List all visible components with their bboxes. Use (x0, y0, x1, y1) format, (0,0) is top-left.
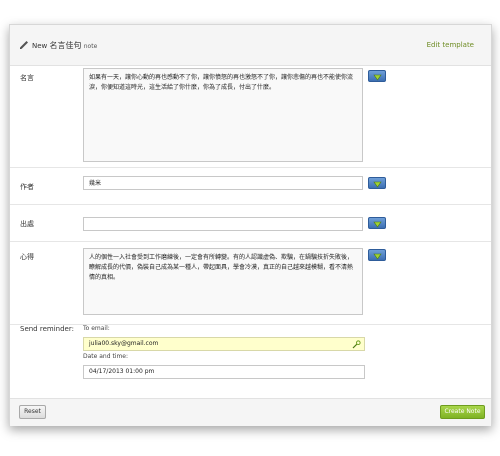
title-suffix: note (83, 43, 98, 50)
to-email-label: To email: (83, 325, 110, 332)
field-label: 心得 (20, 253, 34, 261)
green-arrow-icon (373, 221, 382, 228)
author-input[interactable]: 幾米 (83, 176, 363, 190)
panel-footer: Reset Create Note (10, 398, 491, 426)
field-row-thoughts: 心得 人的個性一入社會受到工作磨練後，一定會有所轉變。有的人認識虛偽、欺騙，在鍋… (10, 241, 491, 325)
quote-textarea[interactable]: 如果有一天，讓你心動的再也感動不了你，讓你憤怒的再也激怒不了你，讓你悲傷的再也不… (83, 68, 363, 162)
email-input[interactable]: julia00.sky@gmail.com (83, 337, 365, 351)
field-row-source: 出處 (10, 204, 491, 242)
add-button[interactable] (368, 177, 386, 189)
edit-template-link[interactable]: Edit template (427, 41, 474, 49)
field-label: 名言 (20, 74, 34, 82)
field-label: 作者 (20, 183, 34, 191)
add-button[interactable] (368, 249, 386, 261)
datetime-input[interactable]: 04/17/2013 01:00 pm (83, 365, 365, 379)
green-arrow-icon (373, 253, 382, 260)
note-panel: New 名言佳句 note Edit template 名言 如果有一天，讓你心… (9, 24, 492, 426)
source-input[interactable] (83, 217, 363, 231)
date-time-label: Date and time: (83, 353, 129, 360)
thoughts-textarea[interactable]: 人的個性一入社會受到工作磨練後，一定會有所轉變。有的人認識虛偽、欺騙，在鍋騙技折… (83, 248, 363, 315)
field-row-quote: 名言 如果有一天，讓你心動的再也感動不了你，讓你憤怒的再也激怒不了你，讓你悲傷的… (10, 66, 491, 168)
green-arrow-icon (373, 181, 382, 188)
title-name: 名言佳句 (49, 41, 82, 50)
green-arrow-icon (373, 74, 382, 81)
field-row-author: 作者 幾米 (10, 167, 491, 205)
key-icon[interactable] (352, 340, 361, 349)
reset-button[interactable]: Reset (19, 405, 46, 419)
send-reminder-label: Send reminder: (20, 325, 74, 333)
email-value: julia00.sky@gmail.com (89, 340, 159, 347)
add-button[interactable] (368, 217, 386, 229)
title-prefix: New (32, 42, 48, 50)
field-label: 出處 (20, 220, 34, 228)
add-button[interactable] (368, 70, 386, 82)
pencil-icon (20, 41, 28, 49)
create-note-button[interactable]: Create Note (440, 405, 485, 419)
panel-header: New 名言佳句 note Edit template (10, 25, 491, 66)
panel-title: New 名言佳句 note (32, 40, 97, 51)
